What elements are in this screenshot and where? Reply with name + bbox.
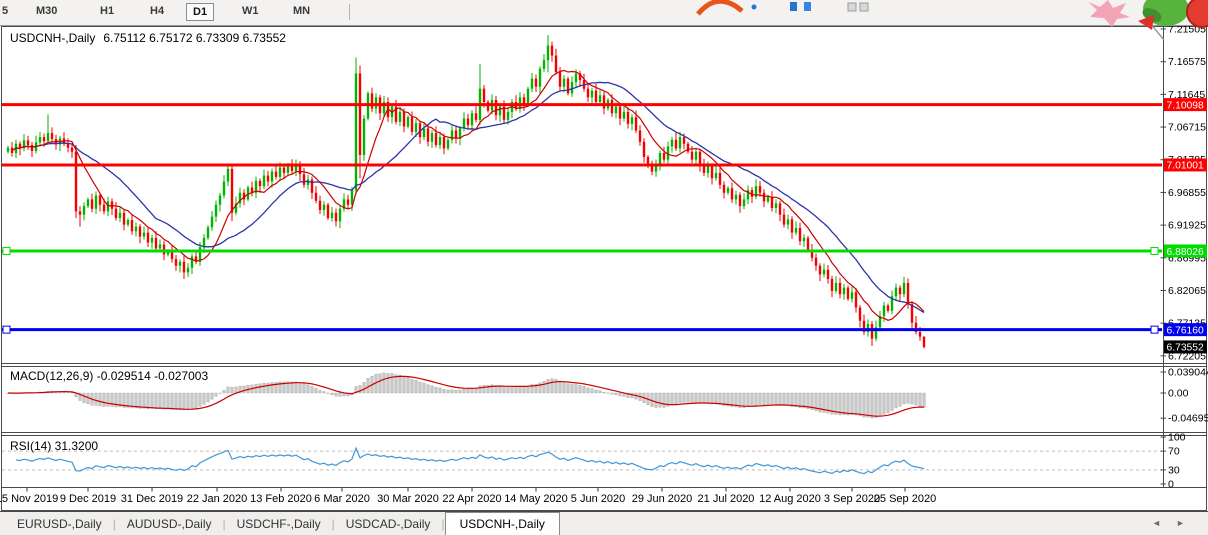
- timeframe-button-h1[interactable]: H1: [94, 3, 120, 19]
- price-chart[interactable]: 7.215057.165757.116457.067157.017856.968…: [0, 26, 1208, 511]
- svg-text:0.00: 0.00: [1168, 388, 1189, 400]
- timeframe-button-d1[interactable]: D1: [186, 3, 214, 21]
- svg-text:7.06715: 7.06715: [1168, 122, 1206, 134]
- watermark-glyph-icon: [804, 2, 811, 11]
- current-price-badge: 6.73552: [1164, 340, 1207, 353]
- symbol-tabs-bar: EURUSD-,Daily|AUDUSD-,Daily|USDCHF-,Dail…: [0, 511, 1208, 535]
- svg-text:22 Apr 2020: 22 Apr 2020: [442, 493, 501, 505]
- svg-text:70: 70: [1168, 446, 1180, 458]
- timeframe-button-h4[interactable]: H4: [144, 3, 170, 19]
- watermark-glyph-icon: [790, 2, 797, 11]
- timeframe-toolbar: 5 M30 H1 H4 D1 W1 MN: [0, 0, 1208, 26]
- svg-text:6.73552: 6.73552: [1167, 343, 1204, 354]
- window-close-icon: [860, 3, 868, 11]
- svg-text:3 Sep 2020: 3 Sep 2020: [824, 493, 880, 505]
- svg-text:6.82065: 6.82065: [1168, 285, 1206, 297]
- tab-usdchf-daily[interactable]: USDCHF-,Daily: [226, 514, 332, 534]
- price-level-badge: 7.01001: [1164, 158, 1207, 171]
- svg-text:9 Dec 2019: 9 Dec 2019: [60, 493, 116, 505]
- svg-text:14 May 2020: 14 May 2020: [504, 493, 568, 505]
- tab-usdcnh-daily[interactable]: USDCNH-,Daily: [445, 512, 560, 535]
- svg-text:29 Jun 2020: 29 Jun 2020: [632, 493, 693, 505]
- mascot-body-shape: [1143, 0, 1189, 26]
- svg-text:30: 30: [1168, 464, 1180, 476]
- svg-text:6.96855: 6.96855: [1168, 187, 1206, 199]
- timeframe-button-m30[interactable]: M30: [30, 3, 63, 19]
- svg-text:6.91925: 6.91925: [1168, 220, 1206, 232]
- tab-usdcad-daily[interactable]: USDCAD-,Daily: [335, 514, 442, 534]
- tab-eurusd-daily[interactable]: EURUSD-,Daily: [6, 514, 113, 534]
- tab-audusd-daily[interactable]: AUDUSD-,Daily: [116, 514, 223, 534]
- svg-text:7.16575: 7.16575: [1168, 56, 1206, 68]
- mascot-burst-shape: [1088, 0, 1130, 27]
- toolbar-separator: [349, 4, 350, 20]
- timeframe-button-mn[interactable]: MN: [287, 3, 316, 19]
- svg-text:21 Jul 2020: 21 Jul 2020: [698, 493, 755, 505]
- svg-text:25 Sep 2020: 25 Sep 2020: [874, 493, 936, 505]
- mascot-ball-shape: [1187, 0, 1208, 27]
- svg-text:22 Jan 2020: 22 Jan 2020: [187, 493, 248, 505]
- line-handle[interactable]: [1151, 247, 1158, 254]
- window-restore-icon: [848, 3, 856, 11]
- tabs-scroll-right-icon[interactable]: ►: [1176, 518, 1185, 528]
- svg-text:12 Aug 2020: 12 Aug 2020: [759, 493, 821, 505]
- timeframe-button-5[interactable]: 5: [0, 3, 14, 19]
- svg-text:30 Mar 2020: 30 Mar 2020: [377, 493, 439, 505]
- svg-text:7.01001: 7.01001: [1167, 161, 1204, 172]
- svg-text:0.039044: 0.039044: [1168, 367, 1208, 379]
- svg-text:15 Nov 2019: 15 Nov 2019: [0, 493, 58, 505]
- svg-text:100: 100: [1168, 432, 1186, 444]
- svg-text:5 Jun 2020: 5 Jun 2020: [571, 493, 625, 505]
- timeframe-button-w1[interactable]: W1: [236, 3, 265, 19]
- svg-text:-0.046959: -0.046959: [1168, 413, 1208, 425]
- line-handle[interactable]: [3, 247, 10, 254]
- price-level-badge: 6.76160: [1164, 323, 1207, 336]
- line-handle[interactable]: [1151, 326, 1158, 333]
- price-level-badge: 7.10098: [1164, 98, 1207, 111]
- svg-text:6.76160: 6.76160: [1167, 325, 1204, 336]
- tabs-scroll-left-icon[interactable]: ◄: [1152, 518, 1161, 528]
- svg-text:31 Dec 2019: 31 Dec 2019: [121, 493, 183, 505]
- line-handle[interactable]: [3, 326, 10, 333]
- svg-text:7.21505: 7.21505: [1168, 26, 1206, 36]
- watermark-swoosh-icon: [698, 1, 742, 14]
- watermark-logo: [688, 0, 888, 18]
- svg-text:0: 0: [1168, 479, 1174, 491]
- watermark-dot-icon: [752, 5, 757, 10]
- price-level-badge: 6.88026: [1164, 244, 1207, 257]
- svg-text:13 Feb 2020: 13 Feb 2020: [250, 493, 312, 505]
- mascot-wing-shape: [1140, 5, 1163, 24]
- symbol-tabs: EURUSD-,Daily|AUDUSD-,Daily|USDCHF-,Dail…: [6, 512, 560, 535]
- svg-text:6 Mar 2020: 6 Mar 2020: [314, 493, 370, 505]
- svg-text:7.10098: 7.10098: [1167, 100, 1204, 111]
- svg-text:6.88026: 6.88026: [1167, 247, 1204, 258]
